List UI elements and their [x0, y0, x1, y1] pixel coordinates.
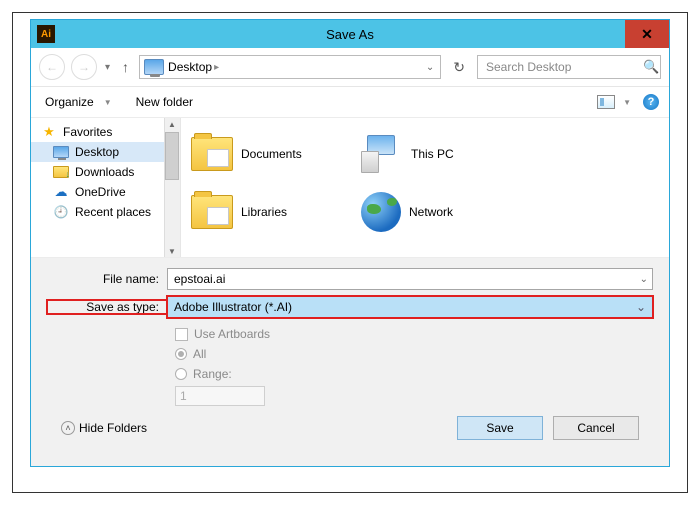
folder-icon [191, 137, 233, 171]
hide-folders-button[interactable]: ˄ Hide Folders [61, 421, 147, 435]
location-label[interactable]: Desktop [168, 60, 212, 74]
file-label: Network [409, 205, 453, 219]
sidebar-item-label: OneDrive [75, 185, 126, 199]
range-input: 1 [175, 386, 265, 406]
cancel-button[interactable]: Cancel [553, 416, 639, 440]
organize-menu[interactable]: Organize [41, 93, 98, 111]
range-radio [175, 368, 187, 380]
sidebar-item-label: Desktop [75, 145, 119, 159]
recent-locations-dropdown[interactable]: ▾ [103, 62, 112, 73]
toolbar: Organize ▼ New folder ▼ ? [31, 87, 669, 118]
up-button[interactable]: ↑ [118, 59, 133, 75]
sidebar-item-desktop[interactable]: Desktop [31, 142, 180, 162]
all-radio [175, 348, 187, 360]
download-folder-icon: ↓ [53, 166, 69, 178]
scroll-thumb[interactable] [165, 132, 179, 180]
file-label: Libraries [241, 205, 287, 219]
file-item-libraries[interactable]: Libraries [187, 184, 347, 240]
chevron-right-icon[interactable]: ▸ [214, 62, 219, 73]
sidebar-item-favorites[interactable]: ★ Favorites [31, 122, 180, 142]
filename-combo[interactable]: ⌄ [167, 268, 653, 290]
chevron-down-icon[interactable]: ⌄ [636, 300, 646, 314]
monitor-icon [53, 146, 69, 158]
breadcrumb-dropdown[interactable]: ⌄ [422, 62, 438, 73]
forward-button[interactable]: → [71, 54, 97, 80]
file-item-network[interactable]: Network [357, 184, 517, 240]
sidebar-item-recent[interactable]: 🕘 Recent places [31, 202, 180, 222]
view-options-button[interactable] [597, 95, 615, 109]
use-artboards-checkbox[interactable] [175, 328, 188, 341]
file-item-this-pc[interactable]: This PC [357, 126, 517, 182]
file-label: This PC [411, 147, 454, 161]
help-button[interactable]: ? [643, 94, 659, 110]
chevron-up-icon: ˄ [61, 421, 75, 435]
sidebar-scrollbar[interactable]: ▲ ▼ [164, 118, 180, 257]
sidebar-item-label: Favorites [63, 125, 112, 139]
chevron-down-icon[interactable]: ⌄ [640, 274, 648, 285]
star-icon: ★ [41, 124, 57, 140]
pc-icon [361, 135, 403, 173]
folder-icon [191, 195, 233, 229]
search-input[interactable] [484, 59, 643, 75]
titlebar: Ai Save As ✕ [31, 20, 669, 48]
save-as-dialog: Ai Save As ✕ ← → ▾ ↑ Desktop ▸ ⌄ ↻ 🔍 Org… [30, 19, 670, 467]
back-button[interactable]: ← [39, 54, 65, 80]
globe-icon [361, 192, 401, 232]
window-title: Save As [31, 27, 669, 42]
all-label: All [193, 347, 206, 361]
save-type-label: Save as type: [47, 300, 167, 314]
sidebar-item-downloads[interactable]: ↓ Downloads [31, 162, 180, 182]
location-icon [144, 59, 164, 75]
search-icon[interactable]: 🔍 [643, 59, 659, 75]
sidebar: ★ Favorites Desktop ↓ Downloads ☁ OneDri… [31, 118, 181, 257]
refresh-button[interactable]: ↻ [447, 59, 471, 76]
search-box[interactable]: 🔍 [477, 55, 661, 79]
filename-input[interactable] [172, 271, 640, 287]
new-folder-button[interactable]: New folder [132, 93, 197, 111]
close-button[interactable]: ✕ [625, 20, 669, 48]
file-label: Documents [241, 147, 302, 161]
range-label: Range: [193, 367, 232, 381]
filename-label: File name: [47, 272, 167, 286]
scroll-down-button[interactable]: ▼ [165, 245, 179, 257]
chevron-down-icon: ▼ [102, 98, 114, 107]
range-value: 1 [180, 389, 187, 403]
file-grid: Documents This PC Libraries Network [181, 118, 669, 257]
save-type-combo[interactable]: Adobe Illustrator (*.AI) ⌄ [167, 296, 653, 318]
file-item-documents[interactable]: Documents [187, 126, 347, 182]
scroll-up-button[interactable]: ▲ [165, 118, 179, 130]
save-button[interactable]: Save [457, 416, 543, 440]
chevron-down-icon[interactable]: ▼ [621, 98, 633, 107]
save-type-value: Adobe Illustrator (*.AI) [174, 300, 292, 314]
artboard-options: Use Artboards All Range: 1 [175, 324, 653, 406]
breadcrumb[interactable]: Desktop ▸ ⌄ [139, 55, 441, 79]
sidebar-item-label: Downloads [75, 165, 134, 179]
sidebar-item-onedrive[interactable]: ☁ OneDrive [31, 182, 180, 202]
clock-icon: 🕘 [53, 204, 69, 220]
app-icon: Ai [37, 25, 55, 43]
use-artboards-label: Use Artboards [194, 327, 270, 341]
sidebar-item-label: Recent places [75, 205, 151, 219]
nav-row: ← → ▾ ↑ Desktop ▸ ⌄ ↻ 🔍 [31, 48, 669, 87]
hide-folders-label: Hide Folders [79, 421, 147, 435]
cloud-icon: ☁ [53, 184, 69, 200]
form-area: File name: ⌄ Save as type: Adobe Illustr… [31, 258, 669, 466]
